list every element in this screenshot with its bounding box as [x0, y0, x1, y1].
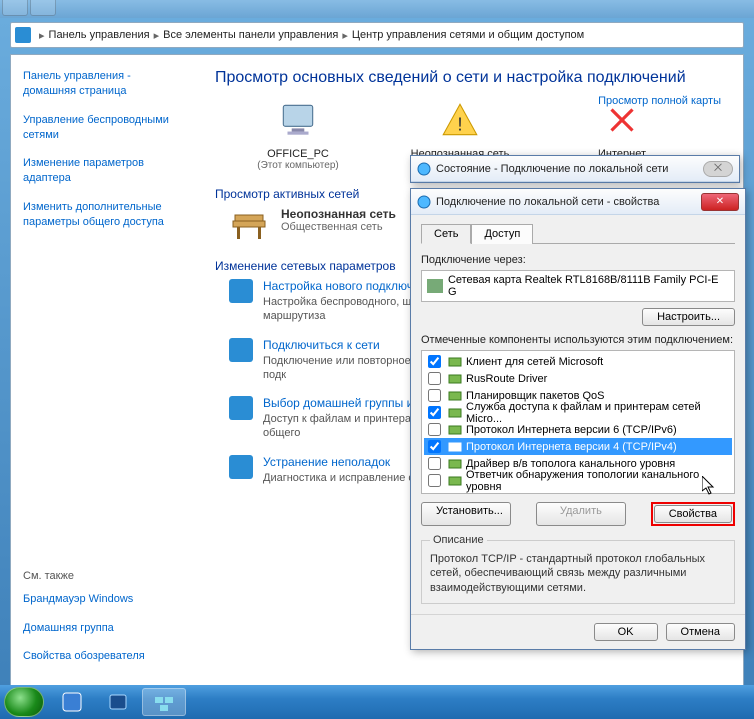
tab-access[interactable]: Доступ [471, 224, 533, 244]
sidebar-adapter-link[interactable]: Изменение параметров адаптера [23, 156, 185, 186]
properties-button[interactable]: Свойства [654, 505, 732, 523]
warning-icon: ! [439, 99, 481, 141]
sidebar-wireless-link[interactable]: Управление беспроводными сетями [23, 113, 185, 143]
ok-button[interactable]: OK [594, 623, 658, 641]
sidebar-sharing-link[interactable]: Изменить дополнительные параметры общего… [23, 200, 185, 230]
computer-icon [277, 99, 319, 141]
adapter-name: Сетевая карта Realtek RTL8168B/8111B Fam… [448, 274, 729, 298]
description-header: Описание [430, 534, 487, 546]
sidebar: Панель управления - домашняя страница Уп… [11, 55, 197, 691]
component-checkbox[interactable] [428, 406, 441, 419]
breadcrumb-leaf[interactable]: Центр управления сетями и общим доступом [352, 29, 584, 41]
network-icon [417, 195, 431, 209]
component-row[interactable]: Клиент для сетей Microsoft [424, 353, 732, 370]
taskbar [0, 685, 754, 719]
start-button[interactable] [4, 687, 44, 717]
active-net-name: Неопознанная сеть [281, 207, 396, 221]
troubleshoot-icon [229, 455, 253, 479]
close-button[interactable]: ✕ [701, 193, 739, 211]
dialog-connection-status: Состояние - Подключение по локальной сет… [410, 155, 740, 183]
sidebar-home-link[interactable]: Панель управления - домашняя страница [23, 69, 185, 99]
see-also-label: См. также [23, 570, 185, 582]
nav-back-button[interactable] [2, 0, 28, 16]
protocol-icon [448, 407, 462, 419]
active-net-type: Общественная сеть [281, 221, 396, 233]
protocol-icon [448, 458, 462, 470]
page-title: Просмотр основных сведений о сети и наст… [215, 69, 725, 87]
connect-icon [229, 338, 253, 362]
control-panel-icon [15, 27, 31, 43]
configure-button[interactable]: Настроить... [642, 308, 735, 326]
homegroup-icon [229, 396, 253, 420]
component-checkbox[interactable] [428, 440, 441, 453]
new-connection-icon [229, 279, 253, 303]
component-checkbox[interactable] [428, 372, 441, 385]
component-checkbox[interactable] [428, 423, 441, 436]
connect-via-label: Подключение через: [421, 254, 735, 266]
description-group: Описание Протокол TCP/IP - стандартный п… [421, 534, 735, 604]
sidebar-internet-link[interactable]: Свойства обозревателя [23, 649, 185, 664]
task-link[interactable]: Устранение неполадок [263, 455, 420, 469]
protocol-icon [448, 424, 462, 436]
window-titlebar [0, 0, 754, 18]
components-label: Отмеченные компоненты используются этим … [421, 334, 735, 346]
component-label: Протокол Интернета версии 4 (TCP/IPv4) [466, 441, 677, 453]
pc-sub-label: (Этот компьютер) [243, 160, 353, 171]
component-label: Ответчик обнаружения топологии канальног… [466, 469, 730, 493]
components-list[interactable]: Клиент для сетей Microsoft RusRoute Drive… [421, 350, 735, 494]
install-button[interactable]: Установить... [421, 502, 511, 526]
cancel-button[interactable]: Отмена [666, 623, 735, 641]
taskbar-app-2[interactable] [96, 688, 140, 716]
nav-forward-button[interactable] [30, 0, 56, 16]
adapter-field: Сетевая карта Realtek RTL8168B/8111B Fam… [421, 270, 735, 302]
dialog-status-title: Состояние - Подключение по локальной сет… [436, 163, 703, 175]
chevron-right-icon: ▸ [342, 29, 348, 42]
component-label: Протокол Интернета версии 6 (TCP/IPv6) [466, 424, 677, 436]
component-checkbox[interactable] [428, 474, 441, 487]
sidebar-homegroup-link[interactable]: Домашняя группа [23, 621, 185, 636]
network-node-unidentified: ! Неопознанная сеть [405, 99, 515, 160]
component-checkbox[interactable] [428, 355, 441, 368]
taskbar-app-3[interactable] [142, 688, 186, 716]
taskbar-app-1[interactable] [50, 688, 94, 716]
component-label: Служба доступа к файлам и принтерам сете… [466, 401, 730, 425]
component-checkbox[interactable] [428, 389, 441, 402]
properties-button-highlight: Свойства [651, 502, 735, 526]
protocol-icon [448, 441, 462, 453]
dialog-props-title: Подключение по локальной сети - свойства [436, 196, 701, 208]
component-label: RusRoute Driver [466, 373, 547, 385]
breadcrumb[interactable]: ▸ Панель управления ▸ Все элементы панел… [10, 22, 744, 48]
chevron-right-icon: ▸ [154, 29, 160, 42]
close-icon[interactable]: ⨉ [703, 161, 733, 177]
uninstall-button: Удалить [536, 502, 626, 526]
component-row[interactable]: Ответчик обнаружения топологии канальног… [424, 472, 732, 489]
network-icon [417, 162, 431, 176]
chevron-right-icon: ▸ [39, 29, 45, 42]
svg-text:!: ! [457, 115, 462, 136]
breadcrumb-mid[interactable]: Все элементы панели управления [163, 29, 338, 41]
protocol-icon [448, 475, 462, 487]
dialog-connection-properties: Подключение по локальной сети - свойства… [410, 188, 746, 650]
component-label: Клиент для сетей Microsoft [466, 356, 603, 368]
network-node-pc: OFFICE_PC (Этот компьютер) [243, 99, 353, 171]
bench-icon [229, 207, 269, 243]
full-map-link[interactable]: Просмотр полной карты [598, 95, 721, 107]
network-node-internet: Интернет [567, 99, 677, 160]
component-checkbox[interactable] [428, 457, 441, 470]
protocol-icon [448, 373, 462, 385]
pc-name-label: OFFICE_PC [243, 148, 353, 160]
component-row[interactable]: Протокол Интернета версии 4 (TCP/IPv4) [424, 438, 732, 455]
protocol-icon [448, 356, 462, 368]
breadcrumb-root[interactable]: Панель управления [49, 29, 150, 41]
sidebar-firewall-link[interactable]: Брандмауэр Windows [23, 592, 185, 607]
description-text: Протокол TCP/IP - стандартный протокол г… [430, 552, 726, 595]
tabs: Сеть Доступ [421, 223, 735, 244]
tab-network[interactable]: Сеть [421, 224, 471, 244]
component-row[interactable]: Служба доступа к файлам и принтерам сете… [424, 404, 732, 421]
nic-icon [427, 279, 443, 293]
task-desc: Диагностика и исправление се [263, 471, 420, 485]
protocol-icon [448, 390, 462, 402]
component-row[interactable]: RusRoute Driver [424, 370, 732, 387]
